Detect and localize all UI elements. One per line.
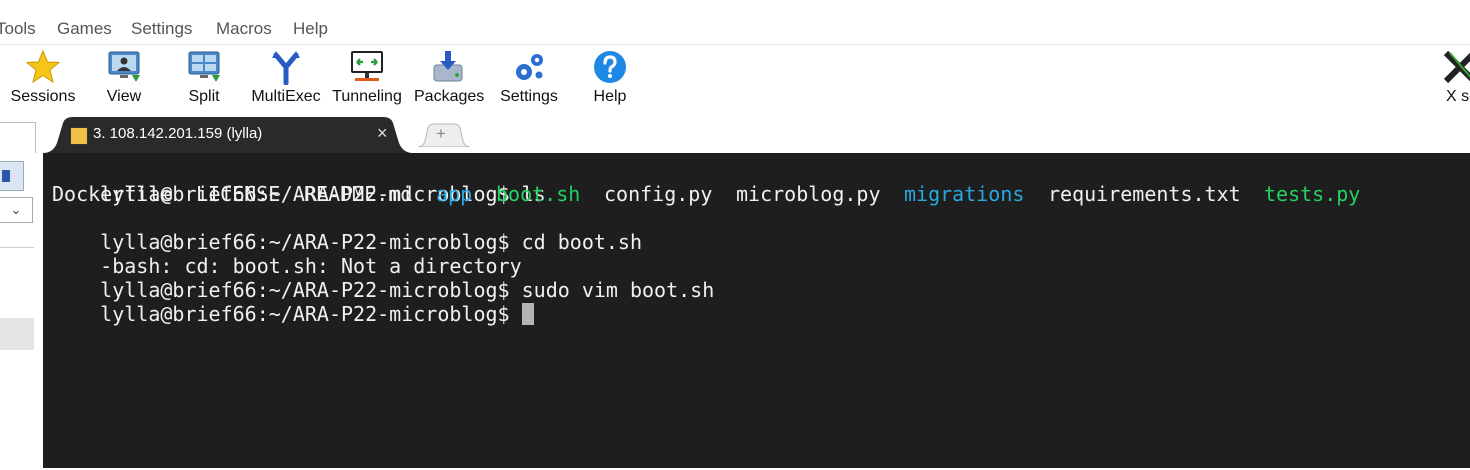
ls-entry: requirements.txt (1048, 182, 1241, 206)
x-server-icon (1443, 50, 1470, 84)
tunneling-button[interactable]: Tunneling (330, 45, 404, 115)
ls-entry: microblog.py (736, 182, 881, 206)
new-tab-button[interactable]: + (418, 123, 470, 147)
settings-button[interactable]: Settings (494, 45, 564, 115)
multiexec-button[interactable]: MultiExec (250, 45, 322, 115)
ls-entry-dir: migrations (904, 182, 1025, 206)
terminal-line: -bash: cd: boot.sh: Not a directory (52, 230, 521, 278)
packages-button[interactable]: Packages (414, 45, 485, 115)
terminal-cursor (521, 303, 534, 325)
help-label: Help (593, 88, 627, 105)
session-folder-icon[interactable] (0, 161, 24, 191)
view-label: View (106, 88, 142, 105)
fork-icon (272, 51, 300, 85)
packages-label: Packages (414, 88, 485, 105)
monitor-user-icon (108, 51, 140, 82)
tab-title: 3. 108.142.201.159 (lylla) (93, 125, 263, 142)
sidebar-selected-item[interactable] (0, 318, 34, 350)
ls-entry-dir: app (436, 182, 473, 206)
tunneling-label: Tunneling (332, 88, 402, 105)
terminal-line-prompt: lylla@brief66:~/ARA-P22-microblog$ (52, 278, 534, 326)
sessions-button[interactable]: Sessions (2, 45, 84, 115)
session-tab[interactable]: 3. 108.142.201.159 (lylla) × (43, 117, 413, 153)
gears-icon (516, 54, 543, 80)
ls-entry-exec: tests.py (1264, 182, 1361, 206)
menu-settings[interactable]: Settings (131, 19, 192, 39)
ls-entry: config.py (604, 182, 713, 206)
key-icon (70, 127, 88, 145)
multiexec-label: MultiExec (251, 88, 321, 105)
help-button[interactable]: Help (580, 45, 640, 115)
terminal-prompt: lylla@brief66:~/ARA-P22-microblog$ (100, 302, 522, 326)
terminal[interactable]: lylla@brief66:~/ARA-P22-microblog$ ls Do… (43, 153, 1470, 468)
ls-entry: README.md (304, 182, 413, 206)
question-icon (594, 51, 626, 83)
sidebar-divider (0, 247, 34, 248)
terminal-line: lylla@brief66:~/ARA-P22-microblog$ cd bo… (52, 206, 642, 254)
ls-entry-exec: boot.sh (496, 182, 581, 206)
x-server-label: X se (1446, 88, 1470, 105)
menu-bar: Tools Games Settings Macros Help (0, 0, 1470, 45)
terminal-line: lylla@brief66:~/ARA-P22-microblog$ ls (52, 158, 546, 206)
ls-entry: Dockerfile (52, 182, 173, 206)
menu-help[interactable]: Help (293, 19, 328, 39)
split-label: Split (188, 88, 220, 105)
star-icon (25, 49, 61, 84)
close-icon[interactable]: × (377, 123, 388, 143)
view-button[interactable]: View (94, 45, 154, 115)
sidebar-tab[interactable] (0, 122, 36, 153)
x-server-button[interactable]: X se (1430, 45, 1470, 115)
tunnel-monitor-icon (351, 51, 383, 81)
sidebar: ⌄ (0, 153, 44, 468)
menu-games[interactable]: Games (57, 19, 112, 39)
settings-label: Settings (500, 88, 558, 105)
tab-strip: 3. 108.142.201.159 (lylla) × + (0, 116, 1470, 153)
split-button[interactable]: Split (174, 45, 234, 115)
package-download-icon (433, 51, 463, 82)
sessions-label: Sessions (10, 88, 76, 105)
toolbar: Sessions View Split MultiExec Tunneling … (0, 45, 1470, 116)
split-screen-icon (188, 51, 220, 82)
terminal-line-ls-output: Dockerfile LICENSE README.md app boot.sh… (52, 182, 1452, 206)
plus-icon: + (436, 124, 446, 143)
sidebar-dropdown[interactable]: ⌄ (0, 197, 33, 223)
terminal-line: lylla@brief66:~/ARA-P22-microblog$ sudo … (52, 254, 714, 302)
ls-entry: LICENSE (196, 182, 281, 206)
menu-tools[interactable]: Tools (0, 19, 36, 39)
menu-macros[interactable]: Macros (216, 19, 272, 39)
